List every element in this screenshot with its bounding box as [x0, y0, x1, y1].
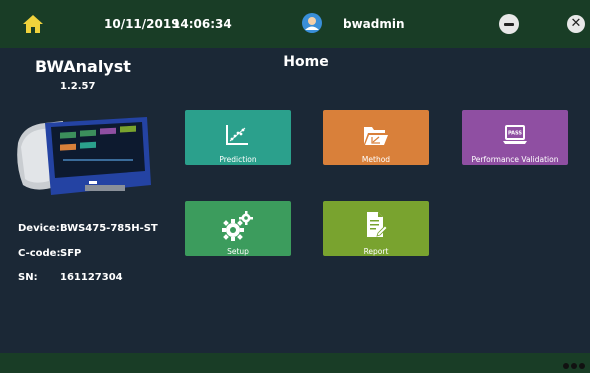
page-title: Home — [283, 54, 329, 70]
performance-validation-tile[interactable]: PASS Performance Validation — [462, 110, 568, 165]
report-icon — [367, 212, 387, 237]
prediction-tile[interactable]: Prediction — [185, 110, 291, 165]
minimize-icon[interactable] — [499, 14, 519, 34]
setup-label: Setup — [227, 247, 249, 256]
sn-label: SN: — [18, 272, 38, 283]
username-label: bwadmin — [343, 17, 405, 31]
user-avatar-icon[interactable] — [302, 13, 322, 33]
gears-icon — [222, 211, 253, 241]
device-value: BWS475-785H-ST — [60, 223, 158, 234]
setup-tile[interactable]: Setup — [185, 201, 291, 256]
home-icon[interactable] — [22, 13, 44, 35]
bottom-bar — [0, 353, 590, 373]
sn-value: 161127304 — [60, 272, 123, 283]
method-tile[interactable]: Method — [323, 110, 429, 165]
performance-validation-label: Performance Validation — [471, 155, 559, 164]
app-version: 1.2.57 — [60, 81, 96, 92]
more-options-icon[interactable] — [562, 362, 587, 370]
close-icon[interactable]: ✕ — [567, 15, 585, 33]
time-display: 14:06:34 — [172, 17, 232, 31]
svg-text:PASS: PASS — [508, 131, 522, 137]
report-label: Report — [363, 247, 389, 256]
folder-icon — [364, 127, 388, 145]
method-label: Method — [361, 155, 391, 164]
date-display: 10/11/2019 — [104, 17, 180, 31]
prediction-label: Prediction — [219, 155, 257, 164]
ccode-label: C-code: — [18, 248, 61, 259]
device-label: Device: — [18, 223, 60, 234]
laptop-pass-icon: PASS — [503, 125, 527, 144]
app-name: BWAnalyst — [35, 57, 131, 76]
scatter-chart-icon — [226, 125, 248, 145]
ccode-value: SFP — [60, 248, 82, 259]
device-image — [17, 117, 151, 195]
report-tile[interactable]: Report — [323, 201, 429, 256]
